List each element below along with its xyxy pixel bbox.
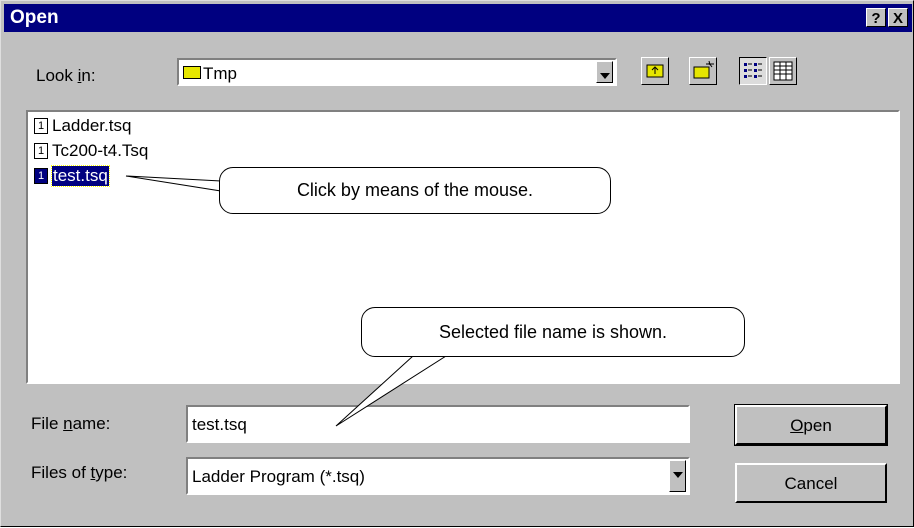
folder-icon: [183, 66, 201, 79]
file-type-label-text: Files of: [31, 463, 91, 482]
up-folder-button[interactable]: [641, 57, 669, 85]
document-icon: 1: [34, 168, 48, 184]
click-callout: Click by means of the mouse.: [219, 167, 611, 214]
new-folder-icon: [693, 60, 714, 79]
open-label: pen: [803, 416, 832, 435]
file-type-label: Files of type:: [31, 463, 127, 483]
look-in-label-text: Look: [36, 66, 78, 85]
file-item-name: test.tsq: [51, 165, 110, 187]
file-type-select[interactable]: Ladder Program (*.tsq): [186, 457, 690, 495]
look-in-value: Tmp: [203, 64, 237, 83]
file-name-label: File name:: [31, 414, 110, 434]
look-in-label: Look in:: [36, 66, 96, 86]
file-name-accel: n: [63, 414, 73, 433]
list-view-button[interactable]: [739, 57, 767, 85]
open-button[interactable]: Open: [734, 404, 888, 446]
document-icon: 1: [34, 143, 48, 159]
details-view-button[interactable]: [769, 57, 797, 85]
file-item-name: Tc200-t4.Tsq: [52, 141, 149, 160]
list-view-icon: [744, 63, 762, 78]
new-folder-button[interactable]: [689, 57, 717, 85]
open-dialog: Open ? X Look in: Tmp 1 Ladder.tsq 1 Tc2…: [0, 0, 914, 527]
file-type-label-tail: ype:: [95, 463, 128, 482]
title-bar[interactable]: Open ? X: [4, 4, 912, 32]
details-view-icon: [773, 61, 793, 81]
look-in-label-tail: n:: [81, 66, 96, 85]
open-accel: O: [790, 416, 804, 435]
up-folder-icon: [646, 64, 664, 78]
close-button[interactable]: X: [888, 8, 908, 27]
selected-callout: Selected file name is shown.: [361, 307, 745, 357]
help-button[interactable]: ?: [866, 8, 886, 27]
file-name-label-tail: ame:: [72, 414, 111, 433]
dialog-title: Open: [10, 7, 59, 28]
look-in-combo[interactable]: Tmp: [177, 58, 617, 86]
file-type-value: Ladder Program (*.tsq): [192, 467, 365, 486]
file-item-name: Ladder.tsq: [52, 116, 132, 135]
file-name-label-text: File: [31, 414, 64, 433]
file-name-value: test.tsq: [192, 415, 247, 434]
look-in-dropdown-button[interactable]: [596, 61, 613, 83]
document-icon: 1: [34, 118, 48, 134]
file-name-input[interactable]: test.tsq: [186, 405, 690, 443]
file-type-dropdown-button[interactable]: [669, 460, 686, 492]
cancel-button[interactable]: Cancel: [735, 463, 887, 503]
